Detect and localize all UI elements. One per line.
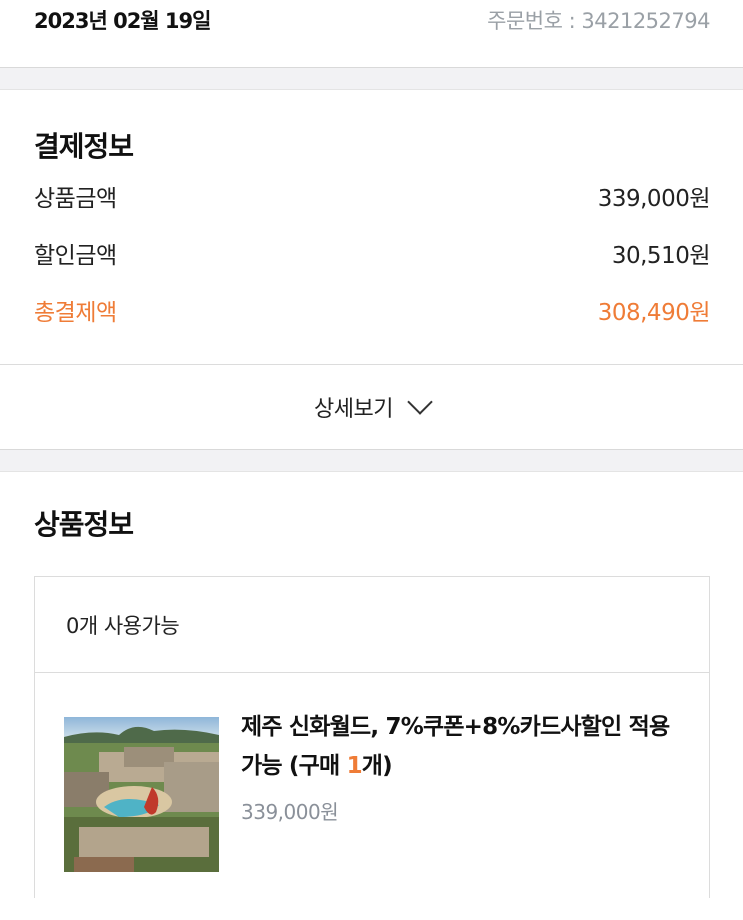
product-info-title: 상품정보 [34,508,134,541]
product-card: 0개 사용가능 제주 신화월드, 7%쿠폰+8%카드사할인 적용 가능 (구매 … [34,576,710,898]
product-info: 제주 신화월드, 7%쿠폰+8%카드사할인 적용 가능 (구매 1개) 339,… [241,714,671,872]
product-name-text: 제주 신화월드, 7%쿠폰+8%카드사할인 적용 가능 (구매 [241,714,670,779]
payment-info-title: 결제정보 [34,130,134,163]
view-details-button[interactable]: 상세보기 [0,364,743,450]
purchase-quantity: 1 [346,753,363,779]
availability-status: 0개 사용가능 [35,577,709,673]
total-payment-value: 308,490원 [597,299,711,326]
order-header: 2023년 02월 19일 주문번호 : 3421252794 [0,0,743,68]
product-thumbnail[interactable] [64,717,219,872]
discount-amount-label: 할인금액 [34,242,117,269]
product-price: 339,000원 [241,800,339,824]
payment-info-section: 결제정보 상품금액 339,000원 할인금액 30,510원 총결제액 308… [0,90,743,338]
order-number: 주문번호 : 3421252794 [487,9,710,33]
view-details-label: 상세보기 [314,397,393,422]
total-payment-row: 총결제액 308,490원 [34,281,711,338]
product-name[interactable]: 제주 신화월드, 7%쿠폰+8%카드사할인 적용 가능 (구매 1개) [241,708,671,786]
total-payment-label: 총결제액 [34,299,117,326]
product-amount-label: 상품금액 [34,185,117,212]
discount-amount-row: 할인금액 30,510원 [34,224,711,281]
product-item[interactable]: 제주 신화월드, 7%쿠폰+8%카드사할인 적용 가능 (구매 1개) 339,… [35,673,709,872]
quantity-suffix: 개) [361,753,393,779]
order-date: 2023년 02월 19일 [34,9,211,33]
section-divider [0,450,743,472]
product-info-section: 상품정보 0개 사용가능 제주 신화월드, 7%쿠폰+8%카드사할인 적용 가능… [0,472,743,898]
section-divider [0,68,743,90]
discount-amount-value: 30,510원 [611,242,711,269]
product-amount-row: 상품금액 339,000원 [34,167,711,224]
chevron-down-icon [407,389,433,415]
product-amount-value: 339,000원 [597,185,711,212]
